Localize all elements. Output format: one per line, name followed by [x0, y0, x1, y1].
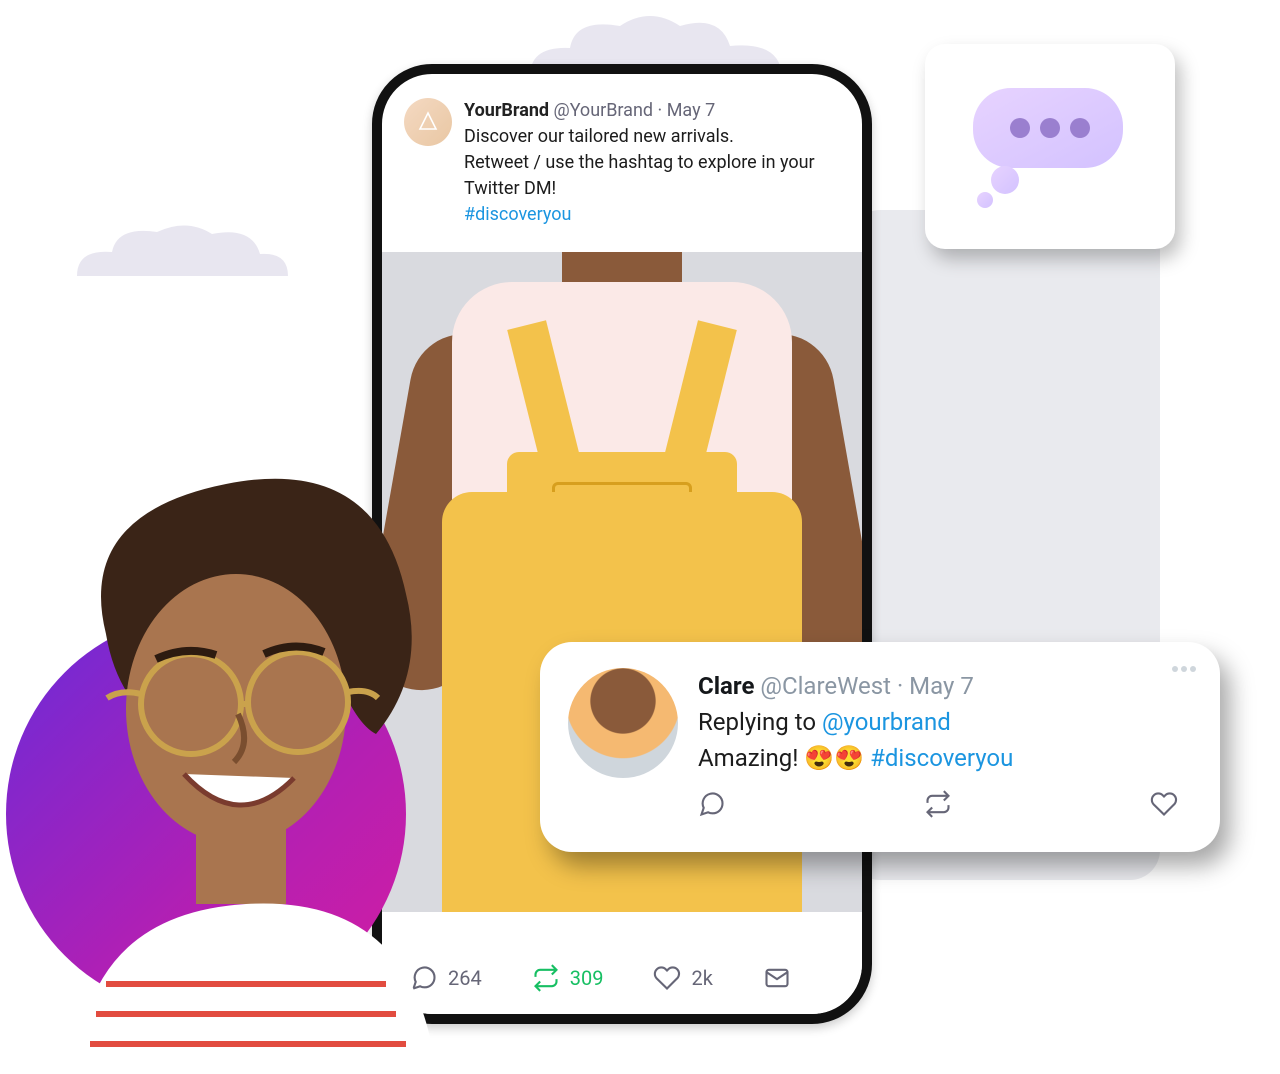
tweet-hashtag[interactable]: #discoveryou: [464, 204, 571, 225]
heart-icon: [653, 964, 681, 992]
brand-avatar[interactable]: [404, 98, 452, 146]
retweet-button[interactable]: 309: [532, 964, 604, 992]
reply-icon[interactable]: [698, 790, 726, 818]
reply-hashtag[interactable]: #discoveryou: [870, 744, 1013, 772]
tweet-author-name: YourBrand: [464, 100, 549, 121]
speech-bubble-icon: [965, 82, 1135, 212]
tweet-action-bar: 264 309 2k: [382, 942, 862, 1014]
heart-icon[interactable]: [1150, 790, 1178, 818]
like-button[interactable]: 2k: [653, 964, 712, 992]
cloud-icon: [72, 214, 292, 284]
dm-button[interactable]: [763, 964, 791, 992]
tweet-header: YourBrand @YourBrand · May 7 Discover ou…: [382, 74, 862, 242]
emoji: 😍😍: [804, 744, 864, 772]
retweet-count: 309: [570, 966, 604, 990]
retweet-icon[interactable]: [924, 790, 952, 818]
reply-author-line[interactable]: Clare @ClareWest · May 7: [698, 668, 1192, 704]
more-options-icon[interactable]: [1172, 666, 1196, 672]
reply-author-name: Clare: [698, 672, 754, 700]
phone-mockup: YourBrand @YourBrand · May 7 Discover ou…: [372, 64, 872, 1024]
tweet-author-line[interactable]: YourBrand @YourBrand · May 7: [464, 98, 840, 124]
tweet-author-handle: @YourBrand: [554, 100, 654, 121]
like-count: 2k: [691, 966, 712, 990]
envelope-icon: [763, 964, 791, 992]
reply-author-handle: @ClareWest: [760, 672, 891, 700]
reply-avatar[interactable]: [568, 668, 678, 778]
tweet-body-line: Discover our tailored new arrivals.: [464, 124, 840, 150]
persona-photo: [6, 614, 406, 1014]
tweet-date: May 7: [667, 100, 715, 121]
reply-tweet-card[interactable]: Clare @ClareWest · May 7 Replying to @yo…: [540, 642, 1220, 852]
replying-to-handle[interactable]: @yourbrand: [822, 708, 951, 736]
chat-bubble-card: [925, 44, 1175, 249]
retweet-icon: [532, 964, 560, 992]
reply-count: 264: [448, 966, 482, 990]
reply-date: May 7: [909, 672, 974, 700]
replying-to-line: Replying to @yourbrand: [698, 704, 1192, 740]
reply-text: Amazing! 😍😍 #discoveryou: [698, 740, 1192, 776]
tweet-body-line: Retweet / use the hashtag to explore in …: [464, 150, 840, 202]
